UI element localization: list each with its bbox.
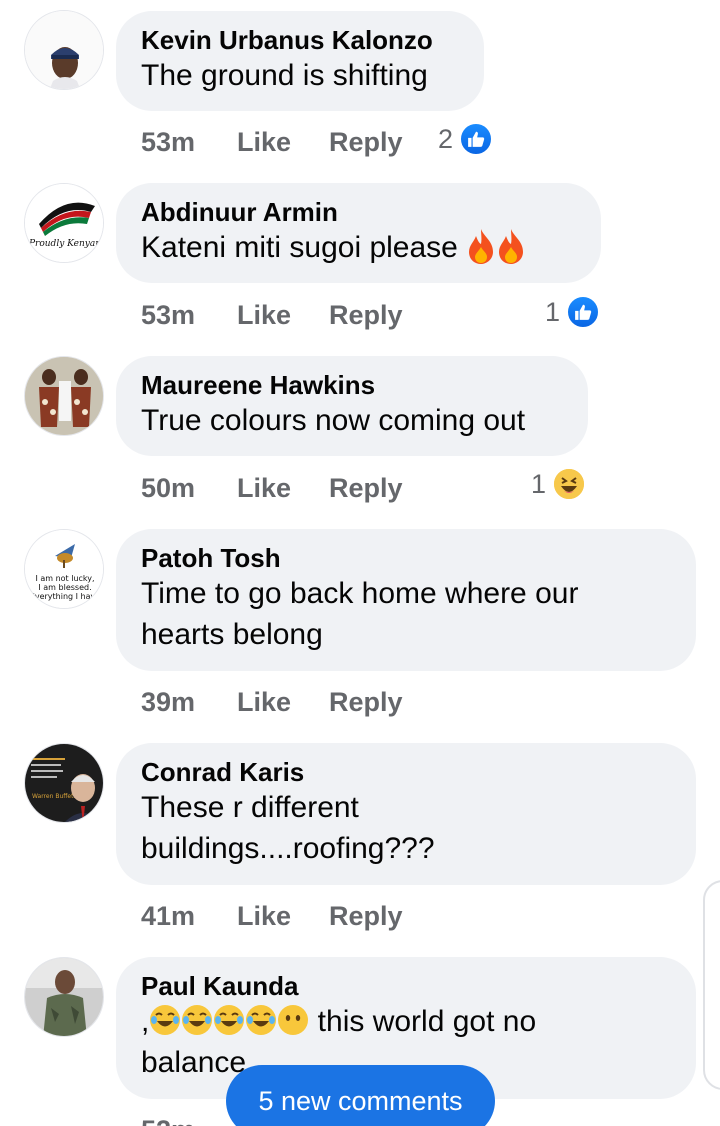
like-button[interactable]: Like xyxy=(237,300,329,331)
reaction-summary[interactable]: 1 xyxy=(531,467,587,501)
comment-bubble[interactable]: Kevin Urbanus Kalonzo The ground is shif… xyxy=(116,11,484,111)
reply-button[interactable]: Reply xyxy=(329,901,403,932)
avatar[interactable] xyxy=(24,356,104,436)
tears-of-joy-icon xyxy=(182,1005,213,1035)
avatar-caption-line: Everything I have xyxy=(30,592,100,601)
like-icon xyxy=(459,122,494,156)
like-button[interactable]: Like xyxy=(237,901,329,932)
comment-text: True colours now coming out xyxy=(141,404,526,437)
commenter-name[interactable]: Maureene Hawkins xyxy=(141,370,564,400)
comment-actions: 52m xyxy=(141,1115,237,1126)
fire-icon xyxy=(469,229,494,264)
svg-text:Proudly Kenyan: Proudly Kenyan xyxy=(28,239,101,249)
comment-bubble[interactable]: Conrad Karis These r different buildings… xyxy=(116,743,696,885)
reaction-summary[interactable]: 1 xyxy=(545,295,601,329)
comment-text-line: , this world got no xyxy=(141,1001,672,1042)
like-icon xyxy=(566,295,601,329)
avatar-caption: Warren Buffett xyxy=(32,793,76,800)
avatar[interactable]: Proudly Kenyan xyxy=(24,183,104,263)
comment-text-content: Kateni miti sugoi please xyxy=(141,231,458,264)
comment-time[interactable]: 52m xyxy=(141,1115,237,1126)
avatar[interactable] xyxy=(24,10,104,90)
comment-time[interactable]: 53m xyxy=(141,127,237,158)
reply-button[interactable]: Reply xyxy=(329,687,403,718)
comment-text: Kateni miti sugoi please xyxy=(141,227,577,268)
avatar[interactable] xyxy=(24,957,104,1037)
comment-bubble[interactable]: Patoh Tosh Time to go back home where ou… xyxy=(116,529,696,671)
comment-text-line: These r different xyxy=(141,791,359,824)
avatar-caption-line: I am blessed. xyxy=(38,583,91,592)
commenter-name[interactable]: Abdinuur Armin xyxy=(141,197,577,227)
comment-text-prefix: , xyxy=(141,1005,150,1038)
comment-bubble[interactable]: Abdinuur Armin Kateni miti sugoi please xyxy=(116,183,601,283)
comment-bubble[interactable]: Maureene Hawkins True colours now coming… xyxy=(116,356,588,456)
avatar[interactable]: I am not lucky, I am blessed. Everything… xyxy=(24,529,104,609)
like-button[interactable]: Like xyxy=(237,127,329,158)
haha-icon xyxy=(552,467,587,501)
side-panel-edge xyxy=(703,880,720,1090)
comment-text-content: this world got no xyxy=(309,1005,537,1038)
comment-time[interactable]: 50m xyxy=(141,473,237,504)
avatar[interactable]: Warren Buffett xyxy=(24,743,104,823)
tears-of-joy-icon xyxy=(150,1005,181,1035)
reply-button[interactable]: Reply xyxy=(329,473,403,504)
comment-text-line: Time to go back home where our xyxy=(141,577,579,610)
reply-button[interactable]: Reply xyxy=(329,127,403,158)
commenter-name[interactable]: Paul Kaunda xyxy=(141,971,672,1001)
comment-time[interactable]: 41m xyxy=(141,901,237,932)
reply-button[interactable]: Reply xyxy=(329,300,403,331)
reaction-summary[interactable]: 2 xyxy=(438,122,494,156)
no-mouth-face-icon xyxy=(278,1005,309,1035)
commenter-name[interactable]: Kevin Urbanus Kalonzo xyxy=(141,25,460,55)
comment-time[interactable]: 39m xyxy=(141,687,237,718)
tears-of-joy-icon xyxy=(214,1005,245,1035)
comment-text-line: hearts belong xyxy=(141,618,323,651)
commenter-name[interactable]: Patoh Tosh xyxy=(141,543,672,573)
commenter-name[interactable]: Conrad Karis xyxy=(141,757,672,787)
avatar-caption-line: I am not lucky, xyxy=(35,574,94,583)
new-comments-button[interactable]: 5 new comments xyxy=(226,1065,495,1126)
fire-icon xyxy=(499,229,524,264)
comment-actions: 50m Like Reply xyxy=(141,473,403,504)
comment-text-line: buildings....roofing??? xyxy=(141,832,435,865)
reaction-count: 1 xyxy=(531,468,547,499)
comment-actions: 39m Like Reply xyxy=(141,687,403,718)
tears-of-joy-icon xyxy=(246,1005,277,1035)
comment-text: The ground is shifting xyxy=(141,59,428,92)
reaction-count: 2 xyxy=(438,123,454,154)
comment-actions: 53m Like Reply xyxy=(141,127,403,158)
like-button[interactable]: Like xyxy=(237,687,329,718)
like-button[interactable]: Like xyxy=(237,473,329,504)
comment-actions: 41m Like Reply xyxy=(141,901,403,932)
comment-time[interactable]: 53m xyxy=(141,300,237,331)
reaction-count: 1 xyxy=(545,296,561,327)
comment-actions: 53m Like Reply xyxy=(141,300,403,331)
